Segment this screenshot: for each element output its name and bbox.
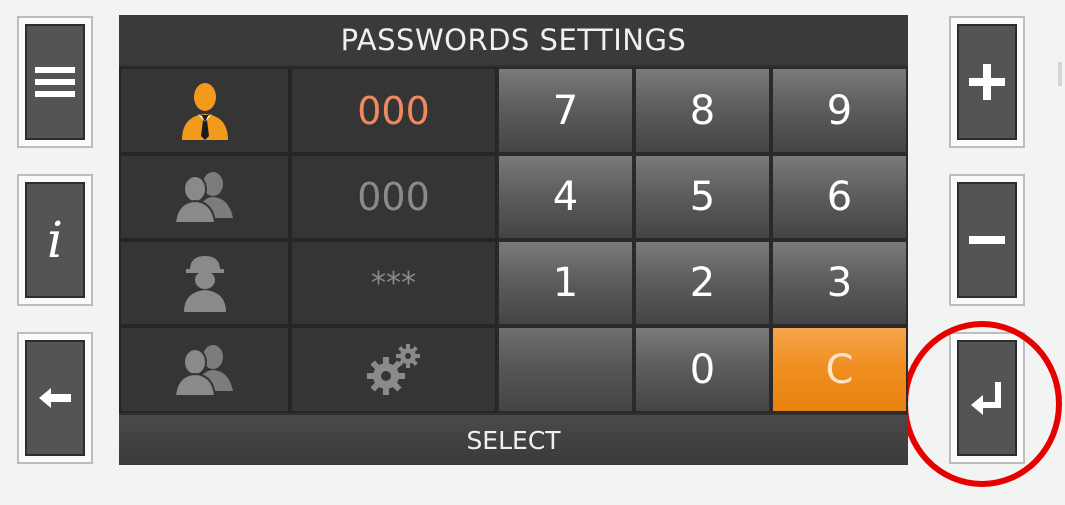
password-value-1[interactable]: 000 — [290, 67, 497, 154]
back-button[interactable] — [17, 332, 93, 464]
device-screen: PASSWORDS SETTINGS 000 000 *** 7 8 9 4 5… — [119, 15, 908, 465]
enter-button-face — [957, 340, 1017, 456]
user-manager-icon — [181, 82, 228, 140]
user-group-icon — [173, 172, 233, 224]
key-3[interactable]: 3 — [771, 240, 908, 326]
enter-icon — [971, 382, 1001, 415]
password-value-3[interactable]: *** — [290, 240, 497, 326]
user-group-icon — [173, 344, 233, 397]
arrow-left-icon — [39, 388, 71, 408]
user-row-1-icon-cell[interactable] — [119, 67, 290, 154]
key-clear[interactable]: C — [771, 326, 908, 413]
key-5[interactable]: 5 — [634, 154, 771, 240]
user-row-2-icon-cell[interactable] — [119, 154, 290, 240]
minus-icon — [969, 236, 1005, 244]
user-row-3-icon-cell[interactable] — [119, 240, 290, 326]
gears-icon — [366, 343, 420, 395]
select-button[interactable]: SELECT — [119, 415, 908, 465]
plus-button[interactable] — [949, 16, 1025, 148]
key-6[interactable]: 6 — [771, 154, 908, 240]
screen-title: PASSWORDS SETTINGS — [119, 15, 908, 65]
user-row-4-icon-cell[interactable] — [119, 326, 290, 413]
key-1[interactable]: 1 — [497, 240, 634, 326]
info-icon: i — [47, 211, 63, 269]
key-2[interactable]: 2 — [634, 240, 771, 326]
minus-button-face — [957, 182, 1017, 298]
plus-icon — [969, 64, 1005, 100]
enter-button[interactable] — [949, 332, 1025, 464]
minus-button[interactable] — [949, 174, 1025, 306]
edge-marker — [1058, 62, 1062, 86]
menu-icon — [35, 67, 75, 97]
settings-cell[interactable] — [290, 326, 497, 413]
key-blank[interactable] — [497, 326, 634, 413]
key-4[interactable]: 4 — [497, 154, 634, 240]
key-8[interactable]: 8 — [634, 67, 771, 154]
back-button-face — [25, 340, 85, 456]
technician-icon — [183, 256, 226, 312]
menu-button[interactable] — [17, 16, 93, 148]
info-button-face: i — [25, 182, 85, 298]
password-value-2[interactable]: 000 — [290, 154, 497, 240]
key-9[interactable]: 9 — [771, 67, 908, 154]
info-button[interactable]: i — [17, 174, 93, 306]
key-7[interactable]: 7 — [497, 67, 634, 154]
plus-button-face — [957, 24, 1017, 140]
key-0[interactable]: 0 — [634, 326, 771, 413]
menu-button-face — [25, 24, 85, 140]
